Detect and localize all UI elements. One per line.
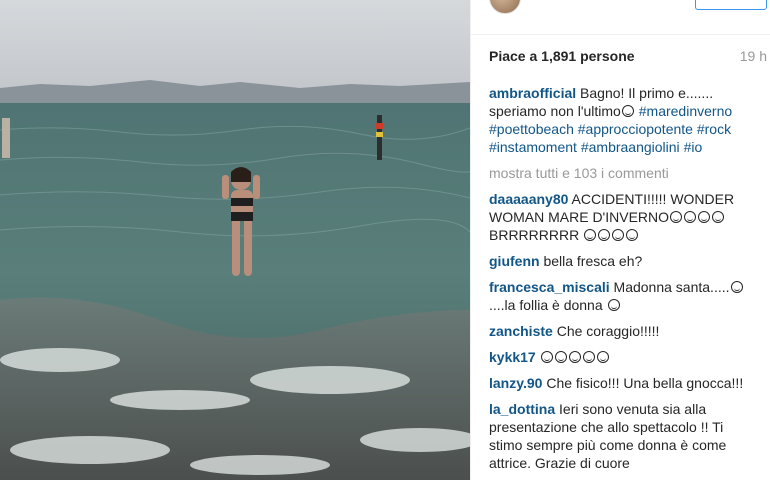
comment-username[interactable]: zanchiste — [489, 323, 553, 339]
emoji-icon — [540, 351, 553, 363]
avatar[interactable] — [489, 0, 521, 14]
likes-count[interactable]: Piace a 1,891 persone — [489, 48, 635, 64]
comment: daaaaany80 ACCIDENTI!!!!! WONDER WOMAN M… — [489, 190, 759, 244]
comment: la_dottina Ieri sono venuta sia alla pre… — [489, 400, 759, 472]
hashtag[interactable]: #poettobeach — [489, 121, 574, 137]
emoji-icon — [626, 229, 639, 241]
comment-username[interactable]: francesca_miscali — [489, 279, 610, 295]
likes-row: Piace a 1,891 persone 19 h — [489, 48, 767, 68]
hashtag[interactable]: #rock — [697, 121, 731, 137]
comment-text: Che coraggio!!!!! — [556, 323, 660, 339]
comment-username[interactable]: lanzy.90 — [489, 375, 542, 391]
hashtag[interactable]: #io — [684, 139, 703, 155]
hashtag[interactable]: #maredinverno — [639, 103, 732, 119]
comment-text: bella fresca eh? — [543, 253, 643, 269]
hashtag[interactable]: #instamoment — [489, 139, 577, 155]
beach-photo-image — [0, 0, 470, 480]
post-time[interactable]: 19 h — [740, 48, 767, 64]
post-photo[interactable] — [0, 0, 470, 480]
emoji-icon — [730, 281, 743, 293]
comment-username[interactable]: giufenn — [489, 253, 540, 269]
emoji-icon — [612, 229, 625, 241]
comment-text-2: BRRRRRRRR — [489, 227, 580, 243]
comment: lanzy.90 Che fisico!!! Una bella gnocca!… — [489, 374, 759, 392]
emoji-icon — [712, 211, 725, 223]
show-all-comments-link[interactable]: mostra tutti e 103 i commenti — [489, 164, 759, 182]
comment-text: Che fisico!!! Una bella gnocca!!! — [546, 375, 744, 391]
follow-button[interactable] — [695, 0, 767, 10]
comment: francesca_miscali Madonna santa.........… — [489, 278, 759, 314]
comment-text-2: ....la follia è donna — [489, 297, 603, 313]
emoji-icon — [568, 351, 581, 363]
post-details-panel: Piace a 1,891 persone 19 h ambraofficial… — [470, 0, 770, 480]
comments-list: ambraofficial Bagno! Il primo e....... s… — [489, 84, 759, 480]
hashtag[interactable]: #approcciopotente — [578, 121, 693, 137]
comment: kykk17 — [489, 348, 759, 366]
comment-username[interactable]: la_dottina — [489, 401, 555, 417]
comment-username[interactable]: daaaaany80 — [489, 191, 568, 207]
emoji-icon — [584, 229, 597, 241]
emoji-icon — [698, 211, 711, 223]
emoji-icon — [554, 351, 567, 363]
hashtag[interactable]: #ambraangiolini — [581, 139, 680, 155]
caption-username[interactable]: ambraofficial — [489, 85, 576, 101]
post-header — [471, 0, 770, 35]
comment: giufenn bella fresca eh? — [489, 252, 759, 270]
emoji-icon — [607, 299, 620, 311]
comment: zanchiste Che coraggio!!!!! — [489, 322, 759, 340]
emoji-icon — [598, 229, 611, 241]
emoji-icon — [670, 211, 683, 223]
caption: ambraofficial Bagno! Il primo e....... s… — [489, 84, 759, 156]
emoji-icon — [582, 351, 595, 363]
comment-text: Madonna santa..... — [613, 279, 730, 295]
emoji-icon — [684, 211, 697, 223]
comment-username[interactable]: kykk17 — [489, 349, 536, 365]
smiling-face-icon — [621, 105, 634, 117]
emoji-icon — [596, 351, 609, 363]
